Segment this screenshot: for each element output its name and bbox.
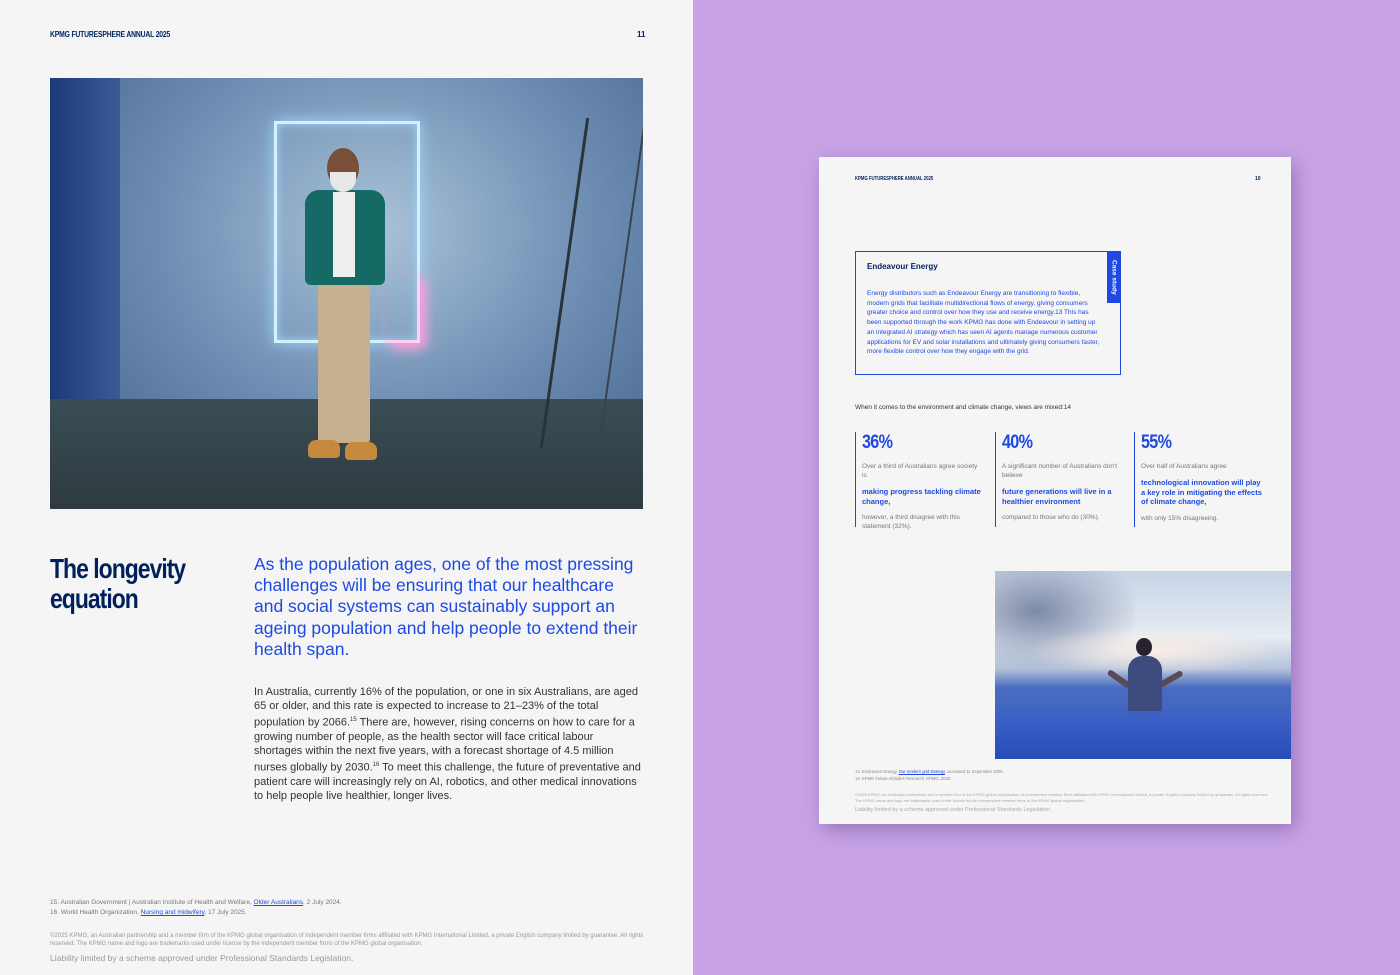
liability-text: Liability limited by a scheme approved u… xyxy=(855,807,1275,813)
stat-block: 36% Over a third of Australians agree so… xyxy=(855,432,983,527)
liability-text: Liability limited by a scheme approved u… xyxy=(50,953,650,963)
case-study-tag: Case study xyxy=(1107,251,1121,303)
page-header: KPMG FUTURESPHERE ANNUAL 2025 xyxy=(855,176,933,182)
footnote-link-older-australians[interactable]: Older Australians xyxy=(254,899,304,906)
stat-value: 36% xyxy=(862,432,965,458)
page-number: 10 xyxy=(1255,176,1261,182)
stat-highlight: technological innovation will play a key… xyxy=(1141,478,1262,507)
portrait-photo xyxy=(50,78,643,509)
stat-value: 40% xyxy=(1002,432,1105,458)
body-paragraph: In Australia, currently 16% of the popul… xyxy=(254,685,644,803)
case-study-box: Case study Endeavour Energy Energy distr… xyxy=(855,251,1121,375)
swimmer-photo xyxy=(995,571,1291,759)
lead-paragraph: As the population ages, one of the most … xyxy=(254,554,644,660)
footnotes: 13. Endeavour Energy, Our modern grid st… xyxy=(855,769,1275,782)
stat-highlight: future generations will live in a health… xyxy=(1002,487,1123,506)
footnote-16: 16. World Health Organization, Nursing a… xyxy=(50,908,650,918)
case-study-text: Energy distributors such as Endeavour En… xyxy=(867,289,1101,357)
section-title: The longevity equation xyxy=(50,554,198,614)
mixed-views-intro: When it comes to the environment and cli… xyxy=(855,404,1071,411)
stat-post: with only 15% disagreeing. xyxy=(1141,514,1262,523)
left-page: KPMG FUTURESPHERE ANNUAL 2025 11 The lon… xyxy=(0,0,693,975)
stat-block: 55% Over half of Australians agree techn… xyxy=(1134,432,1262,527)
page-header: KPMG FUTURESPHERE ANNUAL 2025 xyxy=(50,30,170,39)
stat-pre: A significant number of Australians don'… xyxy=(1002,462,1123,480)
footnote-15: 15. Australian Government | Australian I… xyxy=(50,898,650,908)
stat-post: however, a third disagree with this stat… xyxy=(862,513,983,531)
copyright-text: ©2025 KPMG, an Australian partnership an… xyxy=(855,792,1275,803)
footnote-link-nursing[interactable]: Nursing and midwifery xyxy=(141,909,205,916)
stat-pre: Over half of Australians agree xyxy=(1141,462,1262,471)
case-study-title: Endeavour Energy xyxy=(867,262,938,271)
stat-highlight: making progress tackling climate change, xyxy=(862,487,983,506)
stat-value: 55% xyxy=(1141,432,1244,458)
footnotes: 15. Australian Government | Australian I… xyxy=(50,898,650,918)
stat-post: compared to those who do (30%). xyxy=(1002,513,1123,522)
stat-block: 40% A significant number of Australians … xyxy=(995,432,1123,527)
copyright-text: ©2025 KPMG, an Australian partnership an… xyxy=(50,932,650,948)
right-page: KPMG FUTURESPHERE ANNUAL 2025 10 Case st… xyxy=(819,157,1291,824)
footnote-14: 14. KPMG Future Attitudes Research, KPMG… xyxy=(855,776,1275,783)
page-number: 11 xyxy=(637,30,645,39)
stat-pre: Over a third of Australians agree societ… xyxy=(862,462,983,480)
footnote-link-modern-grid[interactable]: Our modern grid strategy xyxy=(899,769,945,774)
